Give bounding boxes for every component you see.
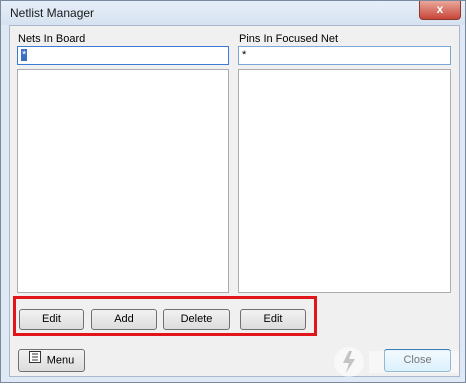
netlist-manager-window: Netlist Manager x Nets In Board * Pins I… — [0, 0, 466, 383]
nets-label: Nets In Board — [18, 33, 86, 45]
menu-icon — [28, 350, 41, 371]
nets-list[interactable] — [17, 69, 229, 293]
pins-list[interactable] — [238, 69, 451, 293]
menu-button[interactable]: Menu — [18, 349, 85, 372]
highlight-box — [13, 296, 317, 336]
watermark-logo — [331, 343, 461, 381]
menu-label: Menu — [46, 354, 75, 367]
pins-filter-input[interactable]: * — [238, 46, 451, 65]
window-title: Netlist Manager — [10, 6, 95, 20]
pins-label: Pins In Focused Net — [239, 33, 339, 45]
title-bar[interactable]: Netlist Manager x — [1, 1, 465, 25]
close-icon[interactable]: x — [419, 1, 461, 20]
nets-filter-input[interactable]: * — [17, 46, 229, 65]
